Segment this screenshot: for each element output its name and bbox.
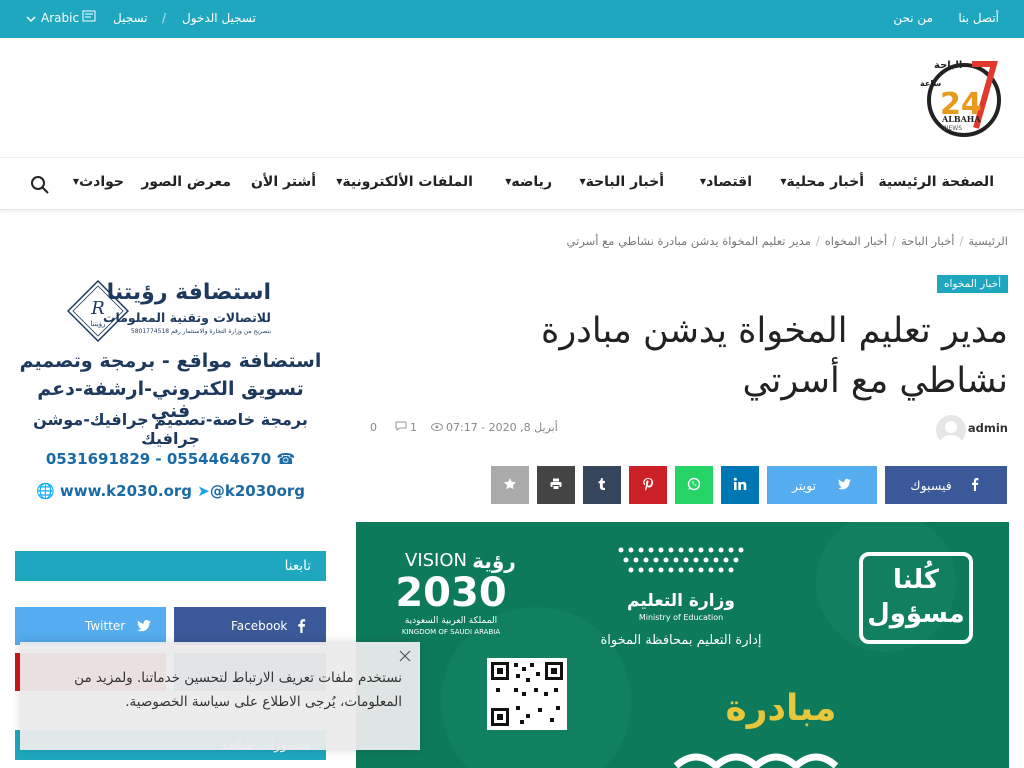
post-date: أبريل 8, 2020 - 07:17: [446, 421, 558, 434]
login-link[interactable]: تسجيل الدخول: [182, 11, 256, 25]
breadcrumb-almikhwah[interactable]: أخبار المخواه: [825, 234, 887, 248]
share-twitter-button[interactable]: تويتر: [767, 466, 877, 504]
follow-facebook-button[interactable]: Facebook: [174, 607, 326, 645]
nav-accidents[interactable]: ▼حوادث: [67, 174, 124, 190]
share-whatsapp-button[interactable]: [675, 466, 713, 504]
author-avatar[interactable]: [936, 415, 966, 445]
about-link[interactable]: من نحن: [893, 11, 933, 25]
share-pinterest-button[interactable]: [629, 466, 667, 504]
cookie-notice: نستخدم ملفات تعريف الارتباط لتحسين خدمات…: [20, 642, 420, 750]
globe-icon: 🌐: [35, 482, 55, 500]
search-icon[interactable]: [30, 175, 50, 195]
svg-text:KINGDOM OF SAUDI ARABIA: KINGDOM OF SAUDI ARABIA: [402, 628, 500, 636]
nav-home[interactable]: الصفحة الرئيسية: [878, 174, 994, 190]
follow-twitter-button[interactable]: Twitter: [15, 607, 166, 645]
svg-text:كُلنا: كُلنا: [893, 561, 940, 595]
register-link[interactable]: تسجيل: [113, 11, 148, 25]
article-meta: admin أبريل 8, 2020 - 07:17 1 0: [360, 413, 1008, 449]
whatsapp-icon: [687, 477, 701, 494]
topbar-separator: /: [162, 11, 167, 25]
breadcrumb-albaha-news[interactable]: أخبار الباحة: [901, 234, 954, 248]
comments-icon: [395, 421, 407, 434]
svg-text:مسؤول: مسؤول: [867, 599, 965, 629]
svg-text:ساعة: ساعة: [920, 79, 941, 88]
nav-gallery[interactable]: معرض الصور: [141, 174, 231, 190]
ad-line-1: استضافة مواقع - برمجة وتصميم: [19, 350, 322, 372]
nav-local-news[interactable]: ▼أخبار محلية: [774, 174, 864, 190]
phone-icon: ☎: [276, 450, 296, 468]
top-bar: أتصل بنا من نحن تسجيل الدخول / تسجيل Ara…: [0, 0, 1024, 38]
share-linkedin-button[interactable]: [721, 466, 759, 504]
sidebar-advertisement[interactable]: R رؤيتنا استضافة رؤيتنا للاتصالات وتقنية…: [15, 270, 326, 510]
svg-text:NEWS: NEWS: [944, 125, 962, 132]
author-name[interactable]: admin: [968, 421, 1008, 435]
ad-brand: استضافة رؤيتنا: [106, 280, 271, 305]
close-icon[interactable]: [398, 648, 412, 662]
svg-text:الباحة: الباحة: [934, 60, 962, 71]
category-tag[interactable]: أخبار المخواه: [937, 275, 1008, 293]
svg-text:وزارة التعليم: وزارة التعليم: [627, 591, 735, 611]
print-icon: [549, 477, 563, 494]
svg-text:مبادرة: مبادرة: [726, 688, 837, 729]
chevron-down-icon[interactable]: [26, 12, 36, 26]
ad-contacts: 🌐 www.k2030.org ➤@k2030org: [35, 482, 306, 500]
flag-icon: [82, 10, 96, 25]
ad-phones: 0531691829 - 0554464670 ☎: [45, 450, 296, 468]
view-count: 1: [410, 421, 417, 434]
twitter-bird-icon: ➤: [197, 482, 210, 500]
nav-electronic-files[interactable]: ▼الملفات الألكترونية: [330, 174, 473, 190]
ad-brand-sub: للاتصالات وتقنية المعلومات: [102, 310, 271, 325]
breadcrumb: الرئيسية/أخبار الباحة/أخبار المخواه/مدير…: [566, 234, 1008, 248]
cookie-notice-text: نستخدم ملفات تعريف الارتباط لتحسين خدمات…: [74, 670, 402, 710]
site-logo[interactable]: 24 الباحة ساعة ALBAHA NEWS: [920, 56, 1004, 140]
nav-economy[interactable]: ▼اقتصاد: [694, 174, 752, 190]
share-facebook-button[interactable]: فيسبوك: [885, 466, 1007, 504]
nav-sports[interactable]: ▼رياضه: [499, 174, 552, 190]
svg-text:VISION: VISION: [405, 550, 467, 571]
svg-text:Ministry of Education: Ministry of Education: [639, 613, 723, 622]
svg-text:2030: 2030: [395, 570, 506, 616]
svg-text:ALBAHA: ALBAHA: [941, 114, 981, 124]
eye-icon: [430, 421, 443, 434]
bookmark-button[interactable]: [491, 466, 529, 504]
print-button[interactable]: [537, 466, 575, 504]
linkedin-icon: [733, 477, 747, 494]
pinterest-icon: [641, 477, 655, 494]
post-stats: أبريل 8, 2020 - 07:17 1 0: [370, 421, 558, 434]
svg-text:المملكة العربية السعودية: المملكة العربية السعودية: [405, 616, 497, 626]
follow-heading: تابعنا: [15, 551, 326, 581]
nav-subscribe[interactable]: أشتر الأن: [251, 174, 316, 190]
nav-albaha-news[interactable]: ▼أخبار الباحة: [573, 174, 664, 190]
featured-image[interactable]: كُلنا مسؤول وزارة التعليم Ministry of Ed…: [356, 522, 1009, 768]
contact-link[interactable]: أتصل بنا: [958, 11, 999, 25]
facebook-icon: [294, 618, 309, 633]
article-title: مدير تعليم المخواة يدشن مبادرة نشاطي مع …: [541, 311, 1008, 401]
star-icon: [503, 477, 517, 494]
twitter-icon: [838, 477, 852, 494]
svg-text:إدارة التعليم بمحافظة المخواة: إدارة التعليم بمحافظة المخواة: [600, 633, 761, 648]
twitter-icon: [137, 618, 152, 633]
tumblr-icon: [595, 477, 609, 494]
site-header: 24 الباحة ساعة ALBAHA NEWS: [0, 38, 1024, 158]
breadcrumb-current: مدير تعليم المخواة يدشن مبادرة نشاطي مع …: [566, 234, 811, 248]
breadcrumb-home[interactable]: الرئيسية: [968, 234, 1008, 248]
facebook-icon: [968, 477, 982, 494]
comment-count: 0: [370, 421, 377, 434]
ad-license: بتصريح من وزارة التجارة والاستثمار رقم 5…: [130, 328, 271, 335]
share-tumblr-button[interactable]: [583, 466, 621, 504]
ad-line-3: برمجة خاصة-تصميم جرافيك-موشن جرافيك: [33, 410, 308, 448]
language-selector[interactable]: Arabic: [41, 11, 79, 25]
